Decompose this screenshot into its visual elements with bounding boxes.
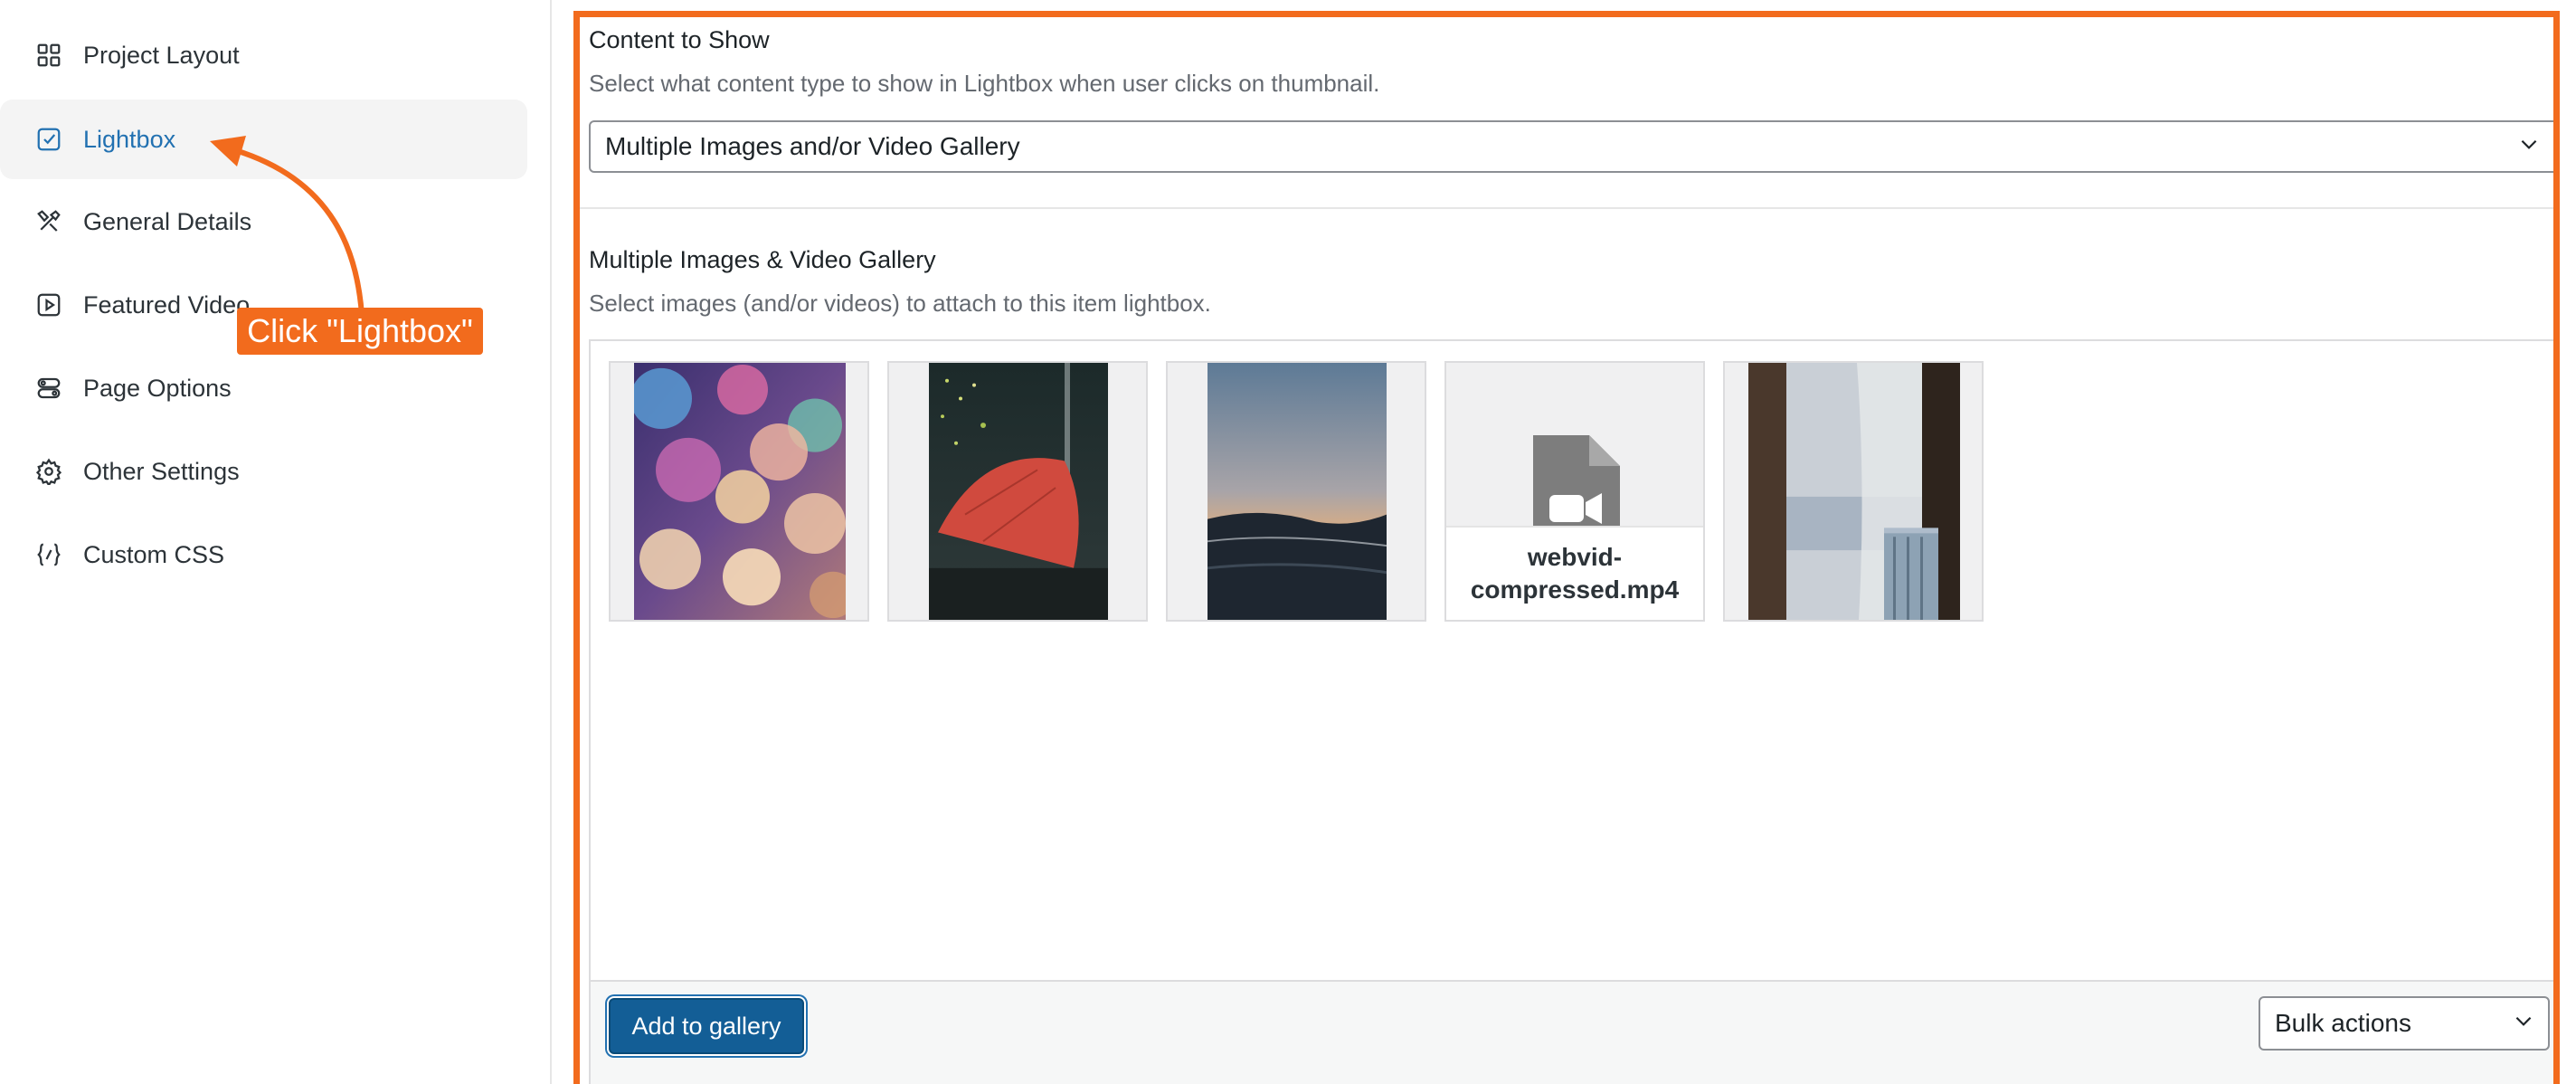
- gallery-item[interactable]: [887, 361, 1148, 622]
- chevron-down-icon: [2517, 132, 2541, 162]
- sidebar-item-other-settings[interactable]: Other Settings: [0, 432, 527, 511]
- sidebar-item-custom-css[interactable]: Custom CSS: [0, 515, 527, 594]
- grid-icon: [34, 41, 63, 70]
- gallery-image-umbrella: [929, 363, 1108, 620]
- lightbox-settings-panel: Content to Show Select what content type…: [573, 11, 2560, 1084]
- sidebar-item-page-options[interactable]: Page Options: [0, 348, 527, 428]
- gallery-toolbar: Add to gallery Bulk actions: [591, 980, 2553, 1084]
- gallery-item-video[interactable]: webvid-compressed.mp4: [1444, 361, 1705, 622]
- sidebar-item-project-layout[interactable]: Project Layout: [0, 15, 527, 95]
- sidebar-item-label: Featured Video: [83, 290, 251, 319]
- gallery-item[interactable]: [1723, 361, 1984, 622]
- bulk-actions-value: Bulk actions: [2275, 1009, 2411, 1037]
- gallery-description: Select images (and/or videos) to attach …: [589, 290, 1211, 317]
- gallery-image-ocean: [1208, 363, 1387, 620]
- gallery-image-window: [1748, 363, 1960, 620]
- content-to-show-description: Select what content type to show in Ligh…: [589, 70, 1380, 97]
- sidebar-item-label: General Details: [83, 207, 252, 235]
- sidebar-item-general-details[interactable]: General Details: [0, 182, 527, 261]
- play-square-icon: [34, 290, 63, 319]
- toggles-icon: [34, 374, 63, 403]
- content-to-show-title: Content to Show: [589, 26, 770, 53]
- settings-sidebar: Project Layout Lightbox General Details …: [0, 0, 552, 1084]
- gallery-item[interactable]: [1166, 361, 1426, 622]
- tools-icon: [34, 207, 63, 236]
- gear-icon: [34, 457, 63, 486]
- app-root: Project Layout Lightbox General Details …: [0, 0, 2576, 1084]
- add-to-gallery-button[interactable]: Add to gallery: [609, 998, 804, 1054]
- chevron-down-icon: [2512, 1009, 2535, 1039]
- video-filename: webvid-compressed.mp4: [1446, 526, 1703, 620]
- gallery-image-bokeh: [634, 363, 846, 620]
- code-braces-icon: [34, 540, 63, 569]
- sidebar-item-label: Project Layout: [83, 41, 240, 69]
- sidebar-item-label: Lightbox: [83, 125, 176, 153]
- gallery-item[interactable]: [609, 361, 869, 622]
- content-type-select[interactable]: Multiple Images and/or Video Gallery: [589, 120, 2553, 173]
- sidebar-item-label: Other Settings: [83, 457, 240, 485]
- section-divider: [580, 207, 2553, 209]
- gallery-title: Multiple Images & Video Gallery: [589, 246, 936, 273]
- content-type-selected-value: Multiple Images and/or Video Gallery: [605, 132, 1020, 160]
- gallery-container: webvid-compressed.mp4 Add to gallery Bul…: [589, 339, 2553, 1084]
- sidebar-item-label: Custom CSS: [83, 540, 225, 568]
- bulk-actions-select[interactable]: Bulk actions: [2259, 996, 2550, 1051]
- checkbox-icon: [34, 125, 63, 154]
- sidebar-item-label: Page Options: [83, 374, 232, 402]
- annotation-callout: Click "Lightbox": [237, 308, 483, 355]
- sidebar-item-lightbox[interactable]: Lightbox: [0, 100, 527, 179]
